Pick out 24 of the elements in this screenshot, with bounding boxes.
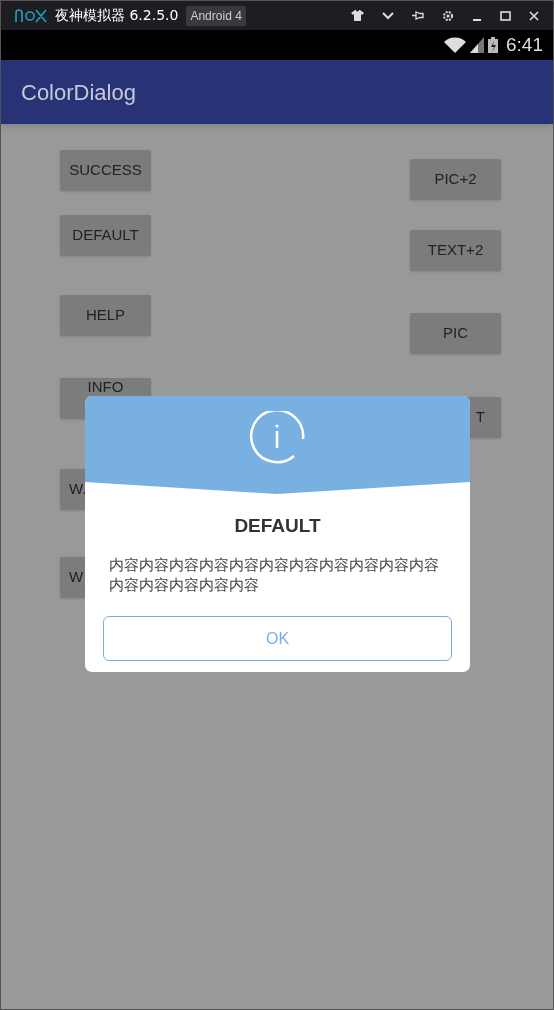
- version-badge: Android 4: [186, 5, 246, 26]
- logo-icon: [15, 8, 47, 23]
- emulator-title: 夜神模拟器 6.2.5.0: [55, 6, 179, 25]
- app-button[interactable]: PIC+2: [410, 159, 501, 200]
- maximize-icon[interactable]: [500, 10, 511, 21]
- signal-icon: [470, 37, 484, 53]
- ok-button[interactable]: OK: [103, 616, 452, 661]
- chevron-down-icon[interactable]: [382, 11, 394, 20]
- info-icon: [249, 411, 305, 467]
- battery-icon: [488, 37, 498, 53]
- pin-icon[interactable]: [412, 10, 424, 21]
- settings-icon[interactable]: [442, 9, 454, 22]
- dialog-title: DEFAULT: [234, 514, 321, 538]
- app-button[interactable]: DEFAULT: [60, 215, 151, 256]
- app-button[interactable]: SUCCESS: [60, 150, 151, 191]
- app-button[interactable]: TEXT+2: [410, 230, 501, 271]
- close-icon[interactable]: [529, 10, 539, 21]
- app-title: ColorDialog: [21, 78, 136, 107]
- shirt-icon[interactable]: [351, 10, 364, 21]
- wifi-icon: [444, 37, 466, 53]
- app-button[interactable]: PIC: [410, 313, 501, 354]
- app-button[interactable]: HELP: [60, 295, 151, 336]
- clock-time: 6:41: [506, 32, 543, 57]
- dialog-message: 内容内容内容内容内容内容内容内容内容内容内容内容内容内容内容内容: [108, 554, 440, 595]
